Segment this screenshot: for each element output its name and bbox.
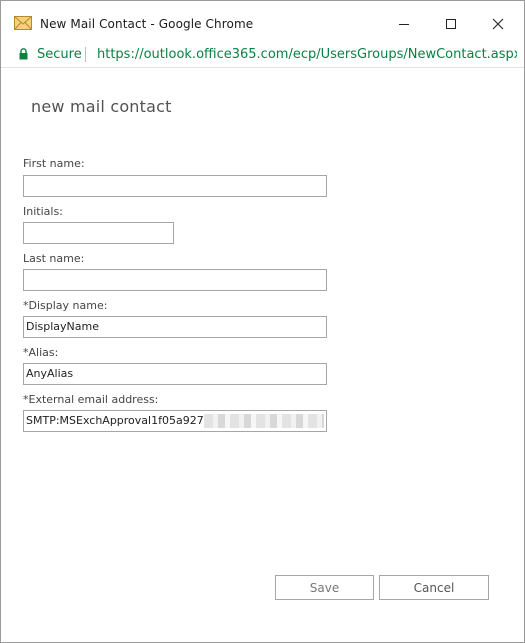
- secure-label: Secure: [37, 47, 82, 62]
- dialog-content: new mail contact First name: Initials: L…: [1, 68, 524, 642]
- cancel-button[interactable]: Cancel: [379, 575, 489, 600]
- page-title: new mail contact: [31, 97, 172, 116]
- minimize-icon: [399, 24, 409, 25]
- last-name-field[interactable]: [23, 269, 327, 291]
- window-title: New Mail Contact - Google Chrome: [40, 17, 254, 31]
- minimize-button[interactable]: [389, 11, 419, 37]
- title-bar: New Mail Contact - Google Chrome: [1, 1, 524, 41]
- url-text[interactable]: https://outlook.office365.com/ecp/UsersG…: [97, 47, 517, 62]
- close-button[interactable]: [483, 11, 513, 37]
- redacted-text: [204, 414, 324, 428]
- first-name-field[interactable]: [23, 175, 327, 197]
- display-name-field[interactable]: DisplayName: [23, 316, 327, 338]
- external-email-label: *External email address:: [23, 393, 159, 406]
- external-email-value: SMTP:MSExchApproval1f05a927-3: [26, 414, 215, 427]
- save-button[interactable]: Save: [275, 575, 374, 600]
- browser-window: New Mail Contact - Google Chrome Secure …: [0, 0, 525, 643]
- display-name-label: *Display name:: [23, 299, 108, 312]
- close-icon: [492, 18, 504, 30]
- lock-icon: [19, 48, 28, 60]
- external-email-field[interactable]: SMTP:MSExchApproval1f05a927-3: [23, 410, 327, 432]
- address-separator: [85, 47, 86, 62]
- initials-label: Initials:: [23, 205, 63, 218]
- last-name-label: Last name:: [23, 252, 85, 265]
- mail-envelope-icon: [14, 16, 32, 30]
- first-name-label: First name:: [23, 157, 85, 170]
- address-bar[interactable]: Secure https://outlook.office365.com/ecp…: [1, 41, 524, 68]
- maximize-button[interactable]: [436, 11, 466, 37]
- alias-label: *Alias:: [23, 346, 59, 359]
- maximize-icon: [446, 19, 456, 29]
- alias-field[interactable]: AnyAlias: [23, 363, 327, 385]
- initials-field[interactable]: [23, 222, 174, 244]
